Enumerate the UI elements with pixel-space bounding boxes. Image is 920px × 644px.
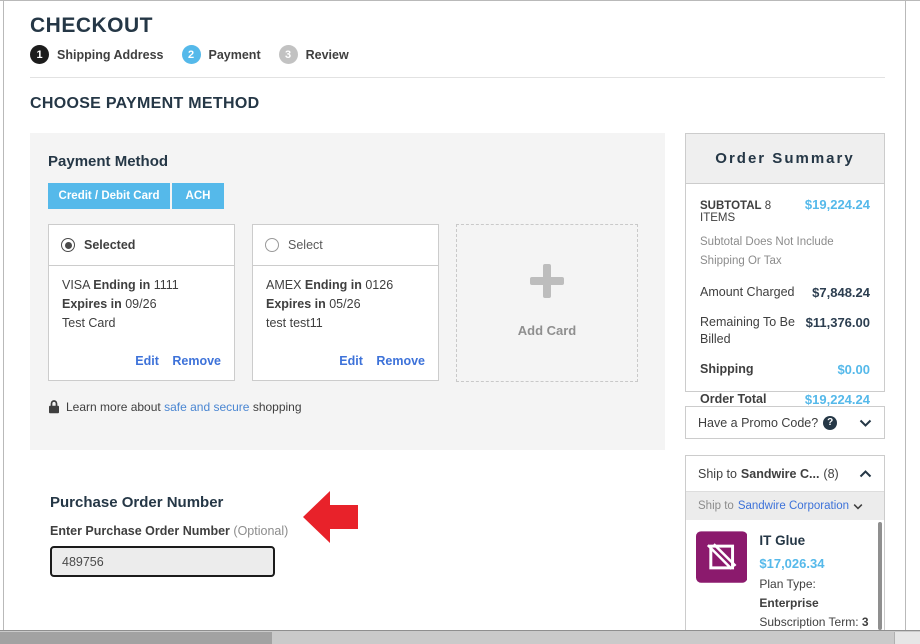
card-ending-line: AMEX Ending in 0126 [266, 276, 425, 295]
purchase-order-heading: Purchase Order Number [50, 494, 288, 511]
purchase-order-section: Purchase Order Number Enter Purchase Ord… [50, 494, 288, 577]
lock-icon [48, 400, 60, 414]
promo-code-label: Have a Promo Code? [698, 416, 818, 430]
subscription-term-line: Subscription Term: 3 Year [759, 613, 874, 631]
order-summary-panel: Order Summary SUBTOTAL 8 ITEMS $19,224.2… [685, 133, 885, 392]
secure-note-text: Learn more about safe and secure shoppin… [66, 400, 302, 414]
help-icon[interactable]: ? [823, 416, 837, 430]
horizontal-scrollbar-thumb[interactable] [0, 632, 272, 644]
plus-icon [529, 263, 565, 299]
step-payment[interactable]: 2 Payment [182, 45, 261, 64]
tab-ach[interactable]: ACH [172, 183, 224, 209]
shipping-row: Shipping $0.00 [700, 361, 870, 378]
step-number-badge: 2 [182, 45, 201, 64]
card-details: AMEX Ending in 0126 Expires in 05/26 tes… [253, 266, 438, 333]
ship-to-panel: Ship to Sandwire C... (8) Ship to Sandwi… [685, 455, 885, 631]
radio-button-unselected[interactable] [265, 238, 279, 252]
plan-type-line: Plan Type: Enterprise [759, 575, 874, 613]
card-actions: Edit Remove [49, 354, 234, 380]
card-select-row[interactable]: Selected [49, 225, 234, 266]
page-title: CHECKOUT [30, 14, 153, 38]
saved-cards-row: Selected VISA Ending in 1111 Expires in … [48, 224, 647, 382]
step-label: Review [306, 48, 349, 62]
ship-to-company-link[interactable]: Sandwire Corporation [738, 500, 849, 512]
saved-card-visa: Selected VISA Ending in 1111 Expires in … [48, 224, 235, 381]
card-expiry-line: Expires in 05/26 [266, 295, 425, 314]
subtotal-row: SUBTOTAL 8 ITEMS $19,224.24 [700, 197, 870, 224]
checkout-steps: 1 Shipping Address 2 Payment 3 Review [30, 45, 349, 64]
product-price: $17,026.34 [759, 554, 874, 573]
card-expiry-line: Expires in 09/26 [62, 295, 221, 314]
step-review[interactable]: 3 Review [279, 45, 349, 64]
step-number-badge: 3 [279, 45, 298, 64]
edit-card-link[interactable]: Edit [135, 354, 159, 368]
card-ending-line: VISA Ending in 1111 [62, 276, 221, 295]
card-select-row[interactable]: Select [253, 225, 438, 266]
step-shipping-address[interactable]: 1 Shipping Address [30, 45, 164, 64]
cart-item-it-glue: IT Glue $17,026.34 Plan Type: Enterprise… [686, 520, 884, 631]
safe-and-secure-link[interactable]: safe and secure [164, 400, 249, 414]
radio-button-selected[interactable] [61, 238, 75, 252]
chevron-up-icon[interactable] [859, 470, 872, 478]
ship-to-selector[interactable]: Ship to Sandwire Corporation [686, 491, 884, 520]
subtotal-label: SUBTOTAL 8 ITEMS [700, 200, 805, 224]
step-label: Shipping Address [57, 48, 164, 62]
window-border-right [905, 0, 906, 630]
saved-card-amex: Select AMEX Ending in 0126 Expires in 05… [252, 224, 439, 381]
product-name: IT Glue [759, 531, 874, 550]
add-card-label: Add Card [518, 323, 577, 338]
subtotal-value: $19,224.24 [805, 197, 870, 212]
order-summary-title: Order Summary [686, 134, 884, 184]
card-actions: Edit Remove [253, 354, 438, 380]
step-number-badge: 1 [30, 45, 49, 64]
optional-hint: (Optional) [233, 524, 288, 538]
card-holder-line: test test11 [266, 314, 425, 333]
header-divider [30, 77, 885, 78]
ship-to-header[interactable]: Ship to Sandwire C... (8) [686, 456, 884, 491]
chevron-down-icon[interactable] [853, 503, 863, 510]
card-details: VISA Ending in 1111 Expires in 09/26 Tes… [49, 266, 234, 333]
it-glue-logo [696, 531, 747, 583]
step-label: Payment [209, 48, 261, 62]
card-holder-line: Test Card [62, 314, 221, 333]
promo-code-toggle[interactable]: Have a Promo Code? ? [685, 406, 885, 439]
edit-card-link[interactable]: Edit [339, 354, 363, 368]
remove-card-link[interactable]: Remove [376, 354, 425, 368]
ship-to-count: (8) [823, 467, 838, 481]
purchase-order-label: Enter Purchase Order Number [50, 524, 230, 538]
card-state-label: Select [288, 238, 323, 252]
selector-prefix: Ship to [698, 500, 734, 512]
ship-to-name: Sandwire C... [741, 467, 820, 481]
remaining-billed-row: Remaining To Be Billed $11,376.00 [700, 314, 870, 348]
payment-method-heading: Payment Method [48, 153, 647, 170]
secure-shopping-note: Learn more about safe and secure shoppin… [48, 400, 647, 414]
scrollbar-corner [894, 632, 920, 644]
subtotal-note: Subtotal Does Not Include Shipping Or Ta… [700, 233, 870, 271]
amount-charged-row: Amount Charged $7,848.24 [700, 284, 870, 301]
amount-charged-label: Amount Charged [700, 284, 795, 301]
vertical-scrollbar[interactable] [878, 522, 882, 630]
remaining-billed-value: $11,376.00 [806, 314, 870, 331]
card-state-label: Selected [84, 238, 135, 252]
add-card-button[interactable]: Add Card [456, 224, 638, 382]
order-summary-body: SUBTOTAL 8 ITEMS $19,224.24 Subtotal Doe… [686, 184, 884, 421]
payment-method-panel: Payment Method Credit / Debit Card ACH S… [30, 133, 665, 450]
shipping-label: Shipping [700, 361, 753, 378]
purchase-order-input[interactable] [50, 546, 275, 577]
ship-to-prefix: Ship to [698, 467, 737, 481]
window-border-left [3, 0, 4, 630]
cart-item-details: IT Glue $17,026.34 Plan Type: Enterprise… [759, 531, 874, 631]
tab-credit-debit-card[interactable]: Credit / Debit Card [48, 183, 170, 209]
chevron-down-icon[interactable] [859, 419, 872, 427]
remove-card-link[interactable]: Remove [172, 354, 221, 368]
shipping-value: $0.00 [837, 361, 870, 378]
horizontal-scrollbar-track[interactable] [0, 630, 920, 644]
remaining-billed-label: Remaining To Be Billed [700, 314, 806, 348]
window-border-top [0, 0, 920, 1]
red-arrow-annotation [303, 491, 358, 543]
amount-charged-value: $7,848.24 [812, 284, 870, 301]
purchase-order-label-row: Enter Purchase Order Number (Optional) [50, 524, 288, 538]
payment-type-tabs: Credit / Debit Card ACH [48, 183, 647, 209]
section-title: CHOOSE PAYMENT METHOD [30, 95, 259, 113]
